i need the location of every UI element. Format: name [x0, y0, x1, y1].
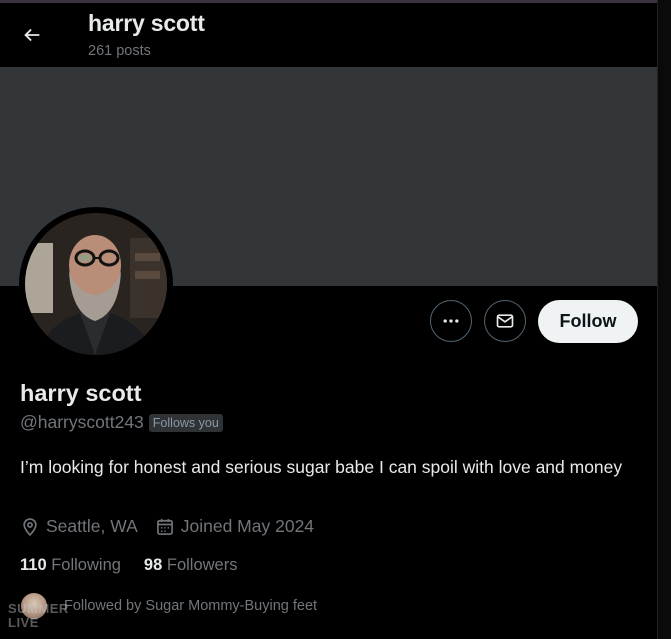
profile-page: harry scott 261 posts Follow harry scott…	[0, 0, 671, 639]
watermark-logo: SUMMER LIVE	[8, 602, 69, 630]
back-arrow-icon	[24, 28, 40, 42]
location-text: Seattle, WA	[46, 516, 138, 536]
avatar-photo	[25, 213, 167, 355]
header-title: harry scott	[88, 10, 205, 36]
location-pin-icon	[23, 517, 37, 536]
follows-you-badge: Follows you	[148, 413, 223, 432]
calendar-icon	[156, 518, 173, 535]
profile-name: harry scott	[20, 380, 142, 406]
more-dots-icon	[443, 319, 459, 323]
envelope-icon	[496, 314, 514, 328]
post-count: 261 posts	[88, 43, 151, 59]
followers-label: Followers	[166, 556, 238, 574]
followed-by-text: Followed by Sugar Mommy-Buying feet	[64, 598, 318, 614]
joined-item: Joined May 2024	[155, 516, 314, 537]
handle-row: @harryscott243 Follows you	[20, 412, 223, 433]
profile-bio: I’m looking for honest and serious sugar…	[20, 457, 623, 477]
scrollbar[interactable]	[657, 0, 671, 639]
followers-count: 98	[143, 556, 163, 574]
following-link[interactable]: 110 Following	[20, 556, 121, 575]
message-button[interactable]	[484, 300, 526, 342]
profile-meta: Seattle, WA Joined May 2024	[20, 516, 331, 537]
more-options-button[interactable]	[430, 300, 472, 342]
joined-text: Joined May 2024	[180, 516, 315, 536]
following-count: 110	[20, 556, 47, 574]
profile-header: harry scott 261 posts	[0, 3, 658, 67]
following-label: Following	[51, 556, 121, 574]
location-item: Seattle, WA	[20, 516, 138, 537]
profile-stats: 110 Following 98 Followers	[20, 556, 260, 575]
profile-avatar[interactable]	[19, 207, 173, 361]
followers-link[interactable]: 98 Followers	[144, 556, 238, 575]
watermark-line1: SUMMER	[8, 601, 69, 616]
follow-button[interactable]: Follow	[538, 300, 638, 343]
watermark-line2: LIVE	[8, 615, 39, 630]
back-button[interactable]	[14, 17, 50, 53]
profile-handle: @harryscott243	[20, 412, 144, 432]
